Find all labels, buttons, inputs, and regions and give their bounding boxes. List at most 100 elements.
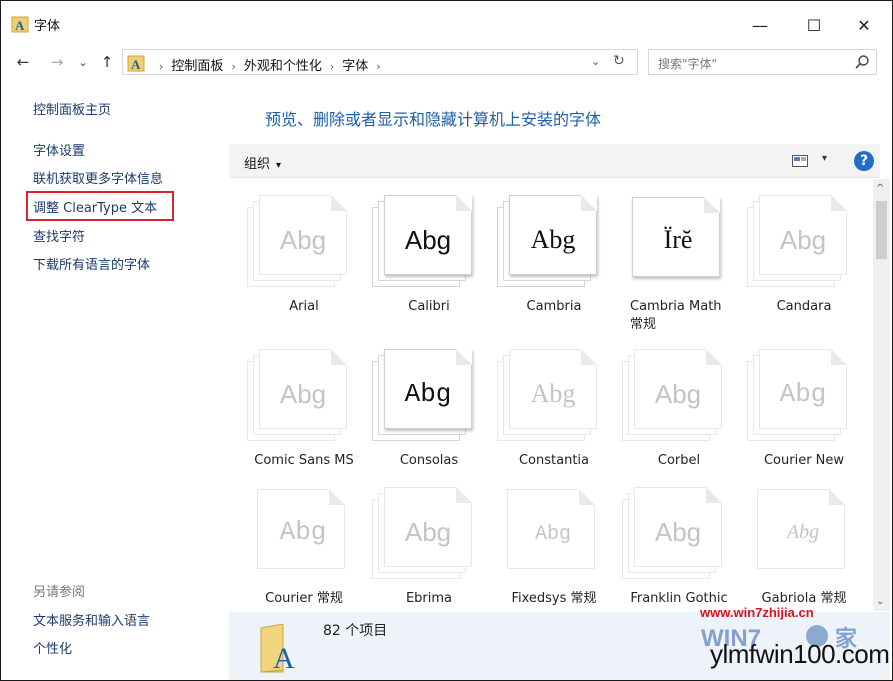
personalization-link[interactable]: 个性化 [33, 638, 72, 657]
font-sample-text: Abg [534, 523, 571, 546]
breadcrumb-separator[interactable]: › [330, 60, 334, 73]
svg-text:A: A [15, 18, 25, 33]
font-tile[interactable]: Abg Cambria [479, 193, 603, 333]
scroll-thumb[interactable] [876, 201, 887, 259]
fonts-folder-large-icon: A [260, 624, 295, 674]
command-bar: 组织 ▾ ▾ ? [229, 144, 880, 178]
refresh-button[interactable]: ↻ [613, 53, 625, 69]
font-tile[interactable]: Abg Arial [229, 193, 353, 333]
font-tile[interactable]: Abg Courier New [729, 347, 853, 487]
font-file-icon: Abg [622, 485, 730, 585]
search-icon[interactable] [854, 54, 870, 70]
address-bar[interactable]: A › 控制面板 › 外观和个性化 › 字体 › ⌄ ↻ [122, 49, 638, 75]
left-pane: 控制面板主页 字体设置 联机获取更多字体信息 调整 ClearType 文本 查… [1, 79, 227, 680]
font-file-icon: Abg [372, 485, 480, 585]
font-tile[interactable]: Abg Corbel [604, 347, 728, 487]
breadcrumb-separator[interactable]: › [231, 60, 235, 73]
font-tile[interactable]: Abg Fixedsys 常规 [479, 485, 603, 611]
font-file-icon: Abg [497, 485, 605, 585]
window-title: 字体 [34, 19, 61, 34]
view-options-icon[interactable] [792, 155, 808, 167]
font-tile[interactable]: Ïrĕ Cambria Math 常规 [604, 193, 728, 333]
back-button[interactable]: ← [13, 53, 33, 71]
breadcrumb: › 控制面板 › 外观和个性化 › 字体 › [151, 55, 389, 74]
font-file-icon: Abg [747, 485, 855, 585]
font-name-label: Candara [729, 298, 873, 316]
organize-menu[interactable]: 组织 ▾ [244, 153, 281, 172]
font-file-icon: Abg [247, 485, 355, 585]
scroll-down-icon[interactable]: ⌄ [876, 596, 884, 607]
close-button[interactable]: ✕ [841, 13, 887, 37]
watermark-site-text: www.win7zhijia.cn [700, 605, 814, 620]
font-sample-text: Abg [404, 225, 452, 255]
see-also-title: 另请参阅 [33, 585, 86, 600]
font-name-text: Candara [776, 299, 832, 314]
breadcrumb-separator[interactable]: › [376, 60, 380, 73]
view-dropdown-button[interactable]: ▾ [822, 153, 827, 164]
font-sample-text: Abg [779, 225, 827, 255]
font-tile[interactable]: Abg Ebrima [354, 485, 478, 611]
font-sample-text: Abg [779, 379, 827, 409]
font-sample-text: Abg [279, 517, 327, 547]
vertical-scrollbar[interactable]: ^ ⌄ [873, 179, 890, 611]
breadcrumb-fonts[interactable]: 字体 [342, 59, 368, 74]
up-button[interactable]: ↑ [97, 53, 117, 71]
cleartype-highlight-box [26, 191, 174, 221]
font-name-text: Courier New [763, 453, 845, 468]
font-sample-text: Abg [786, 521, 820, 543]
search-box[interactable]: 搜索"字体" [648, 49, 877, 75]
font-file-icon: Abg [372, 347, 480, 447]
font-tile[interactable]: Abg Franklin Gothic [604, 485, 728, 611]
font-sample-text: Abg [279, 225, 327, 255]
font-sample-text: Abg [654, 379, 702, 409]
font-file-icon: Abg [497, 193, 605, 293]
item-count: 82 个项目 [323, 623, 388, 639]
font-settings-link[interactable]: 字体设置 [33, 140, 85, 159]
font-sample-text: Abg [404, 517, 452, 547]
font-sample-text: Ïrĕ [663, 225, 693, 254]
maximize-button[interactable]: ☐ [791, 13, 837, 37]
page-title: 预览、删除或者显示和隐藏计算机上安装的字体 [265, 110, 602, 129]
font-sample-text: Abg [654, 517, 702, 547]
font-file-icon: Abg [497, 347, 605, 447]
search-input[interactable]: 搜索"字体" [658, 55, 717, 72]
font-tile[interactable]: Abg Candara [729, 193, 853, 333]
font-file-icon: Abg [747, 193, 855, 293]
font-tile[interactable]: Abg Courier 常规 [229, 485, 353, 611]
breadcrumb-appearance[interactable]: 外观和个性化 [244, 59, 322, 74]
find-character-link[interactable]: 查找字符 [33, 226, 85, 245]
forward-button[interactable]: → [47, 53, 67, 71]
minimize-button[interactable]: — [737, 13, 783, 37]
font-file-icon: Abg [247, 347, 355, 447]
fonts-folder-icon: A [127, 55, 145, 72]
font-file-icon: Abg [622, 347, 730, 447]
chevron-down-icon: ▾ [276, 160, 282, 171]
breadcrumb-control-panel[interactable]: 控制面板 [171, 59, 223, 74]
organize-label: 组织 [244, 157, 271, 172]
font-tile[interactable]: Abg Gabriola 常规 [729, 485, 853, 611]
get-more-fonts-online-link[interactable]: 联机获取更多字体信息 [33, 168, 163, 187]
address-dropdown-button[interactable]: ⌄ [591, 55, 600, 68]
download-all-language-fonts-link[interactable]: 下载所有语言的字体 [33, 254, 150, 273]
font-tile[interactable]: Abg Calibri [354, 193, 478, 333]
font-file-icon: Abg [372, 193, 480, 293]
font-grid: Abg Arial Abg Calibri Abg Cambria Ïrĕ Cambria M… [229, 179, 873, 611]
font-sample-text: Abg [279, 379, 327, 409]
font-tile[interactable]: Abg Constantia [479, 347, 603, 487]
recent-locations-button[interactable]: ⌄ [73, 53, 93, 71]
text-services-link[interactable]: 文本服务和输入语言 [33, 610, 150, 629]
font-name-label: Courier New [729, 452, 873, 470]
help-icon[interactable]: ? [854, 151, 874, 171]
font-file-icon: Abg [247, 193, 355, 293]
scroll-up-icon[interactable]: ^ [876, 183, 884, 194]
watermark-brand-text: ylmfwin100.com [710, 639, 890, 669]
control-panel-home-link[interactable]: 控制面板主页 [33, 99, 111, 118]
svg-text:A: A [131, 57, 141, 72]
font-sample-text: Abg [530, 225, 576, 254]
breadcrumb-separator[interactable]: › [159, 60, 163, 73]
navigation-bar: ← → ⌄ ↑ A › 控制面板 › 外观和个性化 › 字体 › ⌄ ↻ 搜索"字体" [1, 45, 892, 79]
font-sample-text: Abg [530, 379, 576, 408]
font-tile[interactable]: Abg Consolas [354, 347, 478, 487]
font-tile[interactable]: Abg Comic Sans MS [229, 347, 355, 487]
font-file-icon: Ïrĕ [622, 193, 730, 293]
